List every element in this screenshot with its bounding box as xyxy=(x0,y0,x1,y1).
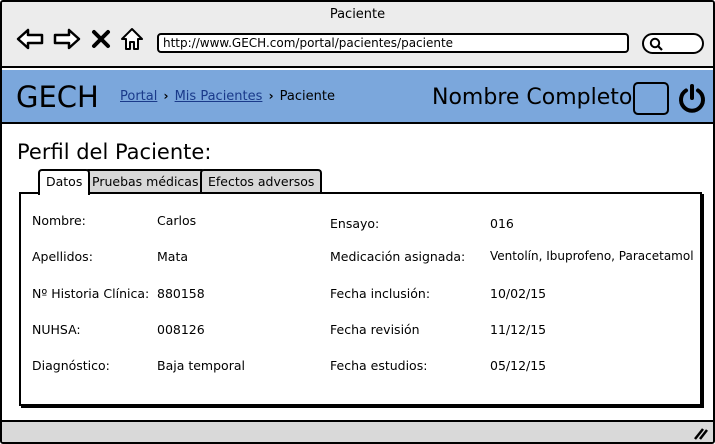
tab-pruebas-medicas[interactable]: Pruebas médicas xyxy=(84,169,207,193)
apellidos-value: Mata xyxy=(157,249,189,264)
browser-window: Paciente http://www.GECH.com/portal/paci… xyxy=(0,0,715,444)
resize-grip-icon[interactable] xyxy=(692,426,708,440)
historia-clinica-label: Nº Historia Clínica: xyxy=(32,286,150,301)
medicacion-label: Medicación asignada: xyxy=(330,249,466,264)
historia-clinica-value: 880158 xyxy=(157,286,205,301)
fecha-revision-value: 11/12/15 xyxy=(490,322,547,337)
diagnostico-label: Diagnóstico: xyxy=(32,358,110,373)
ensayo-value: 016 xyxy=(490,216,514,231)
nuhsa-value: 008126 xyxy=(157,322,205,337)
fecha-estudios-value: 05/12/15 xyxy=(490,358,547,373)
home-icon[interactable] xyxy=(119,27,145,51)
status-bar xyxy=(2,420,713,442)
user-name[interactable]: Nombre Completo xyxy=(432,84,632,112)
patient-data-panel: Nombre: Carlos Apellidos: Mata Nº Histor… xyxy=(19,192,702,406)
stop-icon[interactable] xyxy=(90,27,112,51)
app-header: GECH Portal › Mis Pacientes › Paciente N… xyxy=(2,70,713,124)
breadcrumb-current: Paciente xyxy=(279,89,335,104)
fecha-estudios-label: Fecha estudios: xyxy=(330,358,428,373)
breadcrumb-mis-pacientes[interactable]: Mis Pacientes xyxy=(175,89,263,104)
brand-logo[interactable]: GECH xyxy=(16,80,99,114)
diagnostico-value: Baja temporal xyxy=(157,358,245,373)
tab-datos[interactable]: Datos xyxy=(38,169,91,195)
window-title: Paciente xyxy=(329,7,386,22)
breadcrumb-portal[interactable]: Portal xyxy=(120,89,157,104)
fecha-inclusion-label: Fecha inclusión: xyxy=(330,286,431,301)
chevron-right-icon: › xyxy=(163,89,169,103)
power-icon[interactable] xyxy=(676,83,708,115)
medicacion-value: Ventolín, Ibuprofeno, Paracetamol xyxy=(490,249,694,263)
chevron-right-icon: › xyxy=(268,89,274,103)
nuhsa-label: NUHSA: xyxy=(32,322,81,337)
breadcrumb: Portal › Mis Pacientes › Paciente xyxy=(120,89,335,104)
search-icon xyxy=(649,37,663,51)
page-title: Perfil del Paciente: xyxy=(17,140,212,164)
forward-icon[interactable] xyxy=(53,27,81,51)
tab-efectos-adversos[interactable]: Efectos adversos xyxy=(200,169,323,193)
back-icon[interactable] xyxy=(16,27,44,51)
fecha-revision-label: Fecha revisión xyxy=(330,322,420,337)
nombre-label: Nombre: xyxy=(32,213,86,228)
address-bar[interactable]: http://www.GECH.com/portal/pacientes/pac… xyxy=(157,33,629,53)
browser-search[interactable] xyxy=(642,33,704,54)
ensayo-label: Ensayo: xyxy=(330,216,380,231)
browser-chrome: Paciente http://www.GECH.com/portal/paci… xyxy=(2,2,713,68)
avatar[interactable] xyxy=(633,82,669,115)
apellidos-label: Apellidos: xyxy=(32,249,93,264)
nombre-value: Carlos xyxy=(157,213,197,228)
fecha-inclusion-value: 10/02/15 xyxy=(490,286,547,301)
